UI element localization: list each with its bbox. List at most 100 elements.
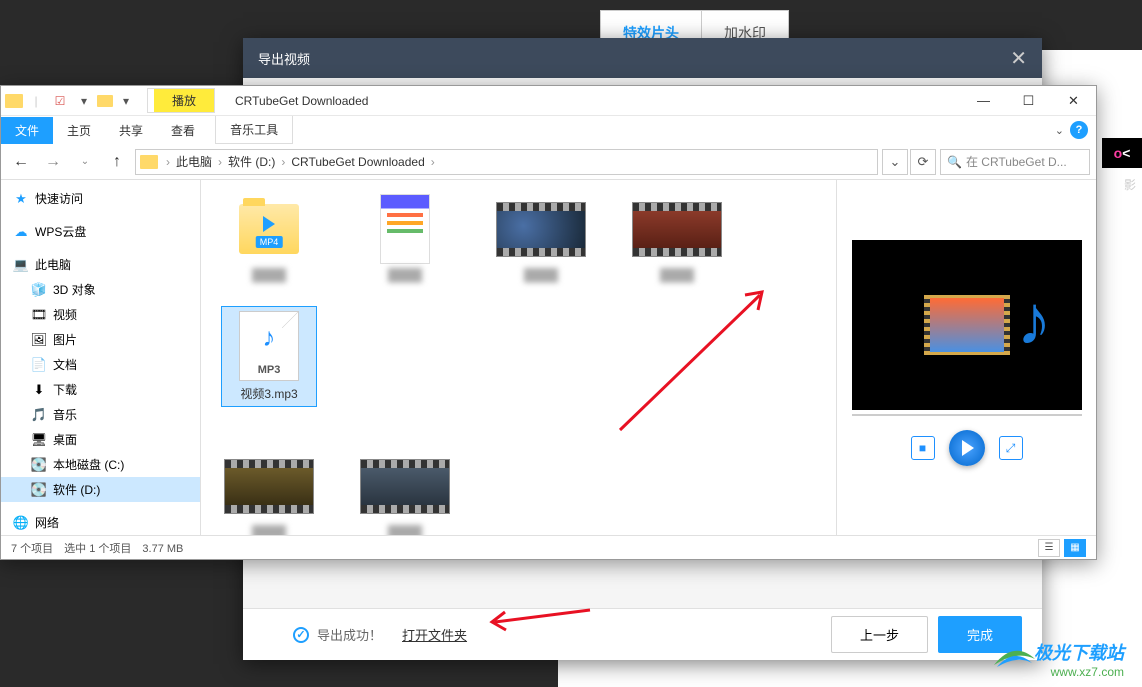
video-thumb-icon [224,459,314,514]
sidebar: ★ 快速访问 ☁ WPS云盘 💻 此电脑 🧊3D 对象 🎞视频 🖼图片 📄文档 … [1,180,201,535]
sidebar-label: 网络 [35,514,59,531]
sidebar-label: 本地磁盘 (C:) [53,456,124,473]
search-placeholder: 在 CRTubeGet D... [966,153,1067,170]
address-box[interactable]: › 此电脑 › 软件 (D:) › CRTubeGet Downloaded › [135,149,878,175]
sidebar-label: 快速访问 [35,190,83,207]
minimize-button[interactable]: — [961,87,1006,115]
video-thumb-icon [360,459,450,514]
export-close-button[interactable]: ✕ [1010,46,1027,71]
crumb-sep[interactable]: › [429,155,437,169]
cloud-icon: ☁ [13,224,29,240]
success-check-icon [293,627,309,643]
file-item-video2[interactable]: ████ [629,190,725,286]
folder-icon[interactable] [5,94,23,108]
sidebar-wps[interactable]: ☁ WPS云盘 [1,219,200,244]
sidebar-label: 图片 [53,331,77,348]
download-icon: ⬇ [31,382,47,398]
pc-icon: 💻 [13,257,29,273]
sidebar-label: WPS云盘 [35,223,86,240]
crumb-sep[interactable]: › [216,155,224,169]
prev-step-button[interactable]: 上一步 [831,616,928,653]
file-item-folder[interactable]: MP4 ████ [221,190,317,286]
file-item-video3[interactable]: ████ [221,447,317,535]
music-tools-tab[interactable]: 音乐工具 [215,116,293,144]
file-tab[interactable]: 文件 [1,117,53,144]
watermark-swoosh-icon [992,645,1037,673]
export-title: 导出视频 [258,49,310,68]
stop-button[interactable]: ■ [911,436,935,460]
sidebar-item-3d[interactable]: 🧊3D 对象 [1,277,200,302]
file-item-app[interactable]: ████ [357,190,453,286]
sidebar-label: 下载 [53,381,77,398]
sidebar-item-pictures[interactable]: 🖼图片 [1,327,200,352]
preview-scrubber[interactable] [852,414,1082,416]
file-label: ████ [660,268,694,282]
files-area[interactable]: MP4 ████ ████ ████ ████ ♪MP3 视频3.mp3 [201,180,836,535]
crumb-folder[interactable]: CRTubeGet Downloaded [287,155,428,169]
maximize-button[interactable]: ☐ [1006,87,1051,115]
crumb-sep[interactable]: › [164,155,172,169]
crumb-pc[interactable]: 此电脑 [172,153,216,170]
sidebar-item-videos[interactable]: 🎞视频 [1,302,200,327]
up-button[interactable]: ↑ [103,148,131,176]
close-button[interactable]: ✕ [1051,87,1096,115]
play-tab-header[interactable]: 播放 [154,89,214,112]
search-input[interactable]: 🔍 在 CRTubeGet D... [940,149,1090,175]
file-label: 视频3.mp3 [240,385,297,402]
video-icon: 🎞 [31,307,47,323]
search-icon: 🔍 [947,155,962,169]
preview-controls: ■ ⤢ [911,430,1023,466]
share-tab[interactable]: 共享 [105,117,157,144]
video-thumb-icon [632,202,722,257]
home-tab[interactable]: 主页 [53,117,105,144]
sidebar-quick-access[interactable]: ★ 快速访问 [1,186,200,211]
sidebar-item-desktop[interactable]: 🖥桌面 [1,427,200,452]
sidebar-item-music[interactable]: 🎵音乐 [1,402,200,427]
refresh-button[interactable]: ⟳ [910,149,936,175]
file-label: ████ [252,525,286,535]
crumb-drive[interactable]: 软件 (D:) [224,153,279,170]
file-label: ████ [252,268,286,282]
sidebar-item-downloads[interactable]: ⬇ 下载 [1,377,200,402]
qat-dropdown-icon[interactable]: ▾ [73,90,95,112]
icons-view-button[interactable]: ▦ [1064,539,1086,557]
sidebar-label: 3D 对象 [53,281,96,298]
sidebar-label: 桌面 [53,431,77,448]
file-item-video4[interactable]: ████ [357,447,453,535]
mp3-file-icon: ♪MP3 [239,311,299,381]
forward-button[interactable]: → [39,148,67,176]
crumb-sep[interactable]: › [279,155,287,169]
fullscreen-button[interactable]: ⤢ [999,436,1023,460]
help-icon[interactable]: ? [1070,121,1088,139]
sidebar-item-drive-d[interactable]: 💽软件 (D:) [1,477,200,502]
properties-icon[interactable]: ☑ [49,90,71,112]
export-header: 导出视频 ✕ [243,38,1042,78]
explorer-body: ★ 快速访问 ☁ WPS云盘 💻 此电脑 🧊3D 对象 🎞视频 🖼图片 📄文档 … [1,180,1096,535]
watermark: 极光下载站 www.xz7.com [1034,639,1124,679]
back-button[interactable]: ← [7,148,35,176]
play-button[interactable] [949,430,985,466]
preview-pane: ♪ ■ ⤢ [836,180,1096,535]
sidebar-item-drive-c[interactable]: 💽本地磁盘 (C:) [1,452,200,477]
new-folder-icon[interactable] [97,95,113,107]
recent-dropdown-icon[interactable]: ⌄ [71,148,99,176]
app-icon [380,194,430,264]
export-footer: 导出成功！ 打开文件夹 上一步 完成 [243,608,1042,660]
view-tab[interactable]: 查看 [157,117,209,144]
ribbon-expand-icon[interactable]: ⌄ [1055,124,1064,137]
sidebar-network[interactable]: 🌐 网络 [1,510,200,535]
sidebar-item-documents[interactable]: 📄文档 [1,352,200,377]
file-item-mp3-selected[interactable]: ♪MP3 视频3.mp3 [221,306,317,407]
address-dropdown-icon[interactable]: ⌄ [882,149,908,175]
ribbon: 文件 主页 共享 查看 音乐工具 ⌄ ? [1,116,1096,144]
open-folder-link[interactable]: 打开文件夹 [402,625,467,644]
file-item-video1[interactable]: ████ [493,190,589,286]
file-label: ████ [524,268,558,282]
details-view-button[interactable]: ☰ [1038,539,1060,557]
qat-dropdown2-icon[interactable]: ▾ [115,90,137,112]
file-label: ████ [388,525,422,535]
video-thumb-icon [496,202,586,257]
qat-separator: | [25,90,47,112]
sidebar-this-pc[interactable]: 💻 此电脑 [1,252,200,277]
bg-right-text: 影 [1124,176,1136,193]
